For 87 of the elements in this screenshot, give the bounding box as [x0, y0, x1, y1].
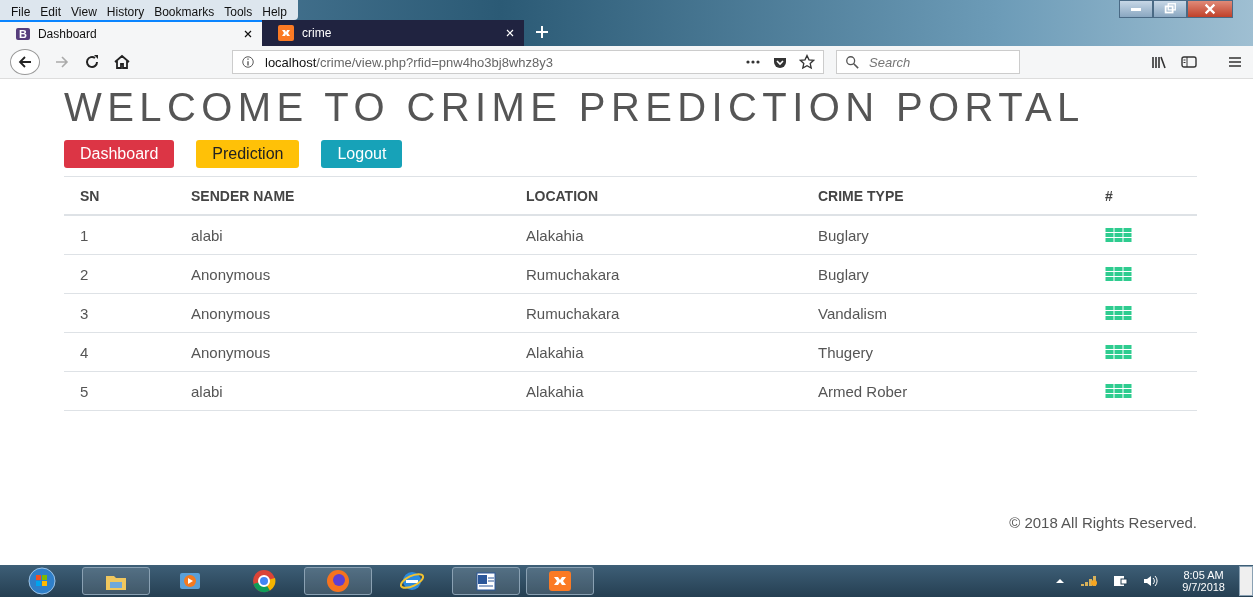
arrow-left-icon [17, 54, 33, 70]
table-cell: Anonymous [191, 343, 271, 361]
table-cell: Anonymous [191, 304, 271, 322]
close-button[interactable] [1187, 0, 1233, 18]
close-icon [504, 27, 516, 39]
grid-icon [1105, 267, 1132, 281]
home-icon [114, 54, 130, 70]
table-cell: Rumuchakara [526, 265, 620, 283]
document-icon [474, 570, 498, 592]
xampp-logo-icon [548, 570, 572, 592]
column-header: LOCATION [510, 176, 802, 215]
back-button[interactable] [10, 49, 40, 75]
page-title: WELCOME TO CRIME PREDICTION PORTAL [64, 85, 1086, 130]
star-icon [799, 54, 815, 70]
media-player-icon [178, 570, 202, 592]
table-cell: Anonymous [191, 265, 271, 283]
restore-button[interactable] [1153, 0, 1187, 18]
browser-tab[interactable]: B Dashboard [0, 20, 262, 46]
table-cell: 3 [80, 304, 89, 322]
menu-item[interactable]: Tools [219, 0, 258, 20]
search-box[interactable]: Search [836, 50, 1020, 74]
menu-item[interactable]: History [101, 0, 150, 20]
sidebar-icon [1181, 54, 1197, 70]
menu-item[interactable]: View [66, 0, 102, 20]
home-button[interactable] [114, 54, 130, 70]
library-button[interactable] [1151, 54, 1167, 70]
plus-icon [534, 24, 550, 40]
library-icon [1151, 54, 1167, 70]
column-header: CRIME TYPE [802, 176, 1089, 215]
close-icon [1203, 2, 1217, 16]
taskbar-app[interactable] [452, 567, 520, 595]
e-logo-icon [400, 569, 424, 593]
table-cell: Thugery [818, 343, 874, 361]
table-cell: Buglary [818, 265, 869, 283]
reload-icon [84, 54, 100, 70]
table-cell: 5 [80, 382, 89, 400]
menu-icon [1227, 54, 1243, 70]
minimize-icon [1131, 7, 1141, 11]
sidebar-button[interactable] [1181, 54, 1197, 70]
column-header: SN [64, 176, 175, 215]
table-cell: Rumuchakara [526, 304, 620, 322]
clock-date: 9/7/2018 [1182, 581, 1225, 593]
nav-button[interactable]: Dashboard [64, 140, 175, 168]
minimize-button[interactable] [1119, 0, 1153, 18]
grid-icon [1105, 228, 1132, 242]
column-header: # [1089, 176, 1197, 215]
table-cell: Vandalism [818, 304, 887, 322]
tab-favicon: B [16, 28, 30, 40]
table-cell: Alakahia [526, 343, 584, 361]
tab-title: crime [302, 26, 333, 40]
table-cell: alabi [191, 382, 223, 400]
browser-tab[interactable]: crime [262, 20, 524, 46]
xampp-logo-icon [278, 25, 294, 41]
clock-time: 8:05 AM [1183, 569, 1224, 581]
ring-logo-icon [252, 569, 276, 593]
menu-button[interactable] [1227, 54, 1243, 70]
menu-item[interactable]: File [6, 0, 36, 20]
tab-title: Dashboard [37, 27, 98, 41]
table-cell: 4 [80, 343, 89, 361]
address-bar[interactable]: localhost/crime/view.php?rfid=pnw4ho3bj8whz8y3 [232, 50, 824, 74]
taskbar-app[interactable] [526, 567, 594, 595]
windows-orb-icon [28, 567, 56, 595]
menu-item[interactable]: Help [257, 0, 292, 20]
speaker-icon [1142, 573, 1159, 589]
table-cell: Buglary [818, 226, 869, 244]
restore-icon [1163, 2, 1177, 16]
column-header: SENDER NAME [175, 176, 510, 215]
table-cell: 2 [80, 265, 89, 283]
arrow-right-icon [54, 54, 70, 70]
table-cell: 1 [80, 226, 89, 244]
grid-icon [1105, 384, 1132, 398]
table-cell: Alakahia [526, 226, 584, 244]
table-cell: Armed Rober [818, 382, 908, 400]
grid-icon [1105, 306, 1132, 320]
nav-button[interactable]: Prediction [196, 140, 300, 168]
search-icon [845, 54, 859, 70]
close-icon [242, 28, 254, 40]
taskbar-app[interactable] [82, 567, 150, 595]
reload-button[interactable] [84, 54, 100, 70]
copyright-text: © 2018 All Rights Reserved. [1009, 514, 1197, 531]
network-icon [1080, 573, 1099, 589]
grid-icon [1105, 345, 1132, 359]
table-cell: alabi [191, 226, 223, 244]
table-cell: Alakahia [526, 382, 584, 400]
info-icon [241, 55, 255, 69]
menu-item[interactable]: Bookmarks [149, 0, 220, 20]
menu-item[interactable]: Edit [35, 0, 67, 20]
